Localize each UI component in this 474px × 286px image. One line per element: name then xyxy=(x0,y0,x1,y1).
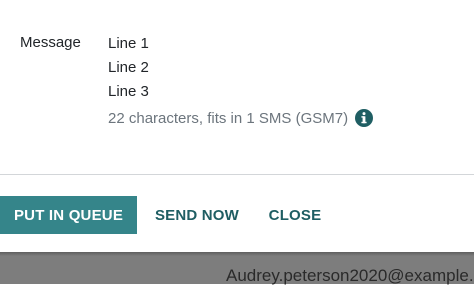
sms-counter: 22 characters, fits in 1 SMS (GSM7) xyxy=(108,109,374,127)
close-button[interactable]: CLOSE xyxy=(262,196,328,234)
sms-dialog: Message Line 1 Line 2 Line 3 22 characte… xyxy=(0,0,474,252)
message-label: Message xyxy=(20,34,81,51)
footer-divider xyxy=(0,174,474,175)
message-line: Line 2 xyxy=(108,59,149,76)
message-line: Line 1 xyxy=(108,35,149,52)
sms-counter-text: 22 characters, fits in 1 SMS (GSM7) xyxy=(108,109,349,127)
message-value[interactable]: Line 1 Line 2 Line 3 xyxy=(108,34,149,106)
info-circle-icon[interactable] xyxy=(355,109,374,127)
dialog-shadow xyxy=(0,252,474,256)
background-email-text: Audrey.peterson2020@example.c xyxy=(226,266,474,285)
message-line: Line 3 xyxy=(108,83,149,100)
put-in-queue-button[interactable]: PUT IN QUEUE xyxy=(0,196,137,234)
modal-backdrop: Audrey.peterson2020@example.c xyxy=(0,252,474,285)
send-now-button[interactable]: SEND NOW xyxy=(148,196,246,234)
